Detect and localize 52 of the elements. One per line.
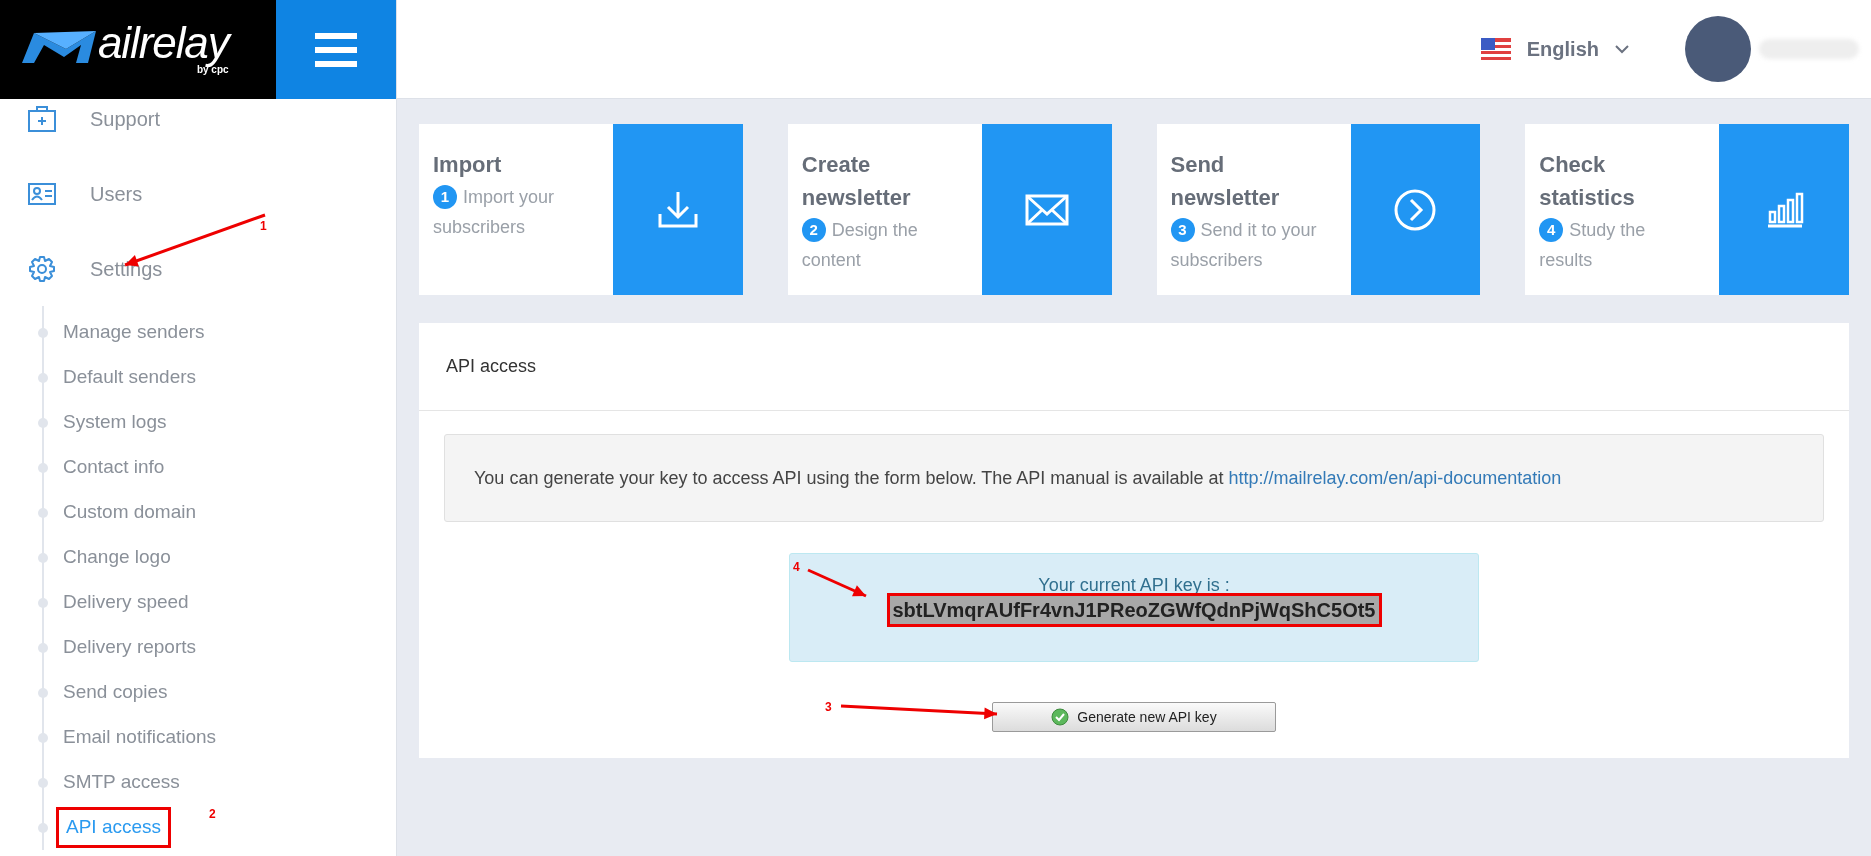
settings-subitem[interactable]: Manage senders — [56, 315, 212, 350]
settings-subitem[interactable]: Send copies — [56, 675, 175, 710]
annotation-arrow — [807, 568, 867, 598]
settings-subitem[interactable]: Delivery reports — [56, 630, 204, 665]
step-number: 3 — [1170, 218, 1195, 242]
sidebar-item[interactable]: Users — [0, 156, 250, 231]
chevron-down-icon — [1615, 44, 1629, 54]
panel-title: API access — [419, 323, 1849, 411]
step-card[interactable]: Import 1 Import your subscribers — [419, 124, 743, 295]
settings-subitem[interactable]: Delivery speed — [56, 585, 196, 620]
api-key-label: Your current API key is : — [1038, 574, 1230, 596]
annotation-number: 2 — [209, 806, 216, 823]
step-description: 3 Send it to your subscribers — [1170, 217, 1318, 272]
api-key-value: sbtLVmqrAUfFr4vnJ1PReoZGWfQdnPjWqShC5Ot5 — [889, 596, 1379, 624]
step-description: 4 Study the results — [1539, 217, 1647, 272]
step-description: 1 Import your subscribers — [433, 184, 556, 239]
step-card[interactable]: Send newsletter 3 Send it to your subscribers — [1156, 124, 1481, 295]
step-title: Send newsletter — [1170, 151, 1281, 212]
language-selector[interactable]: English — [1480, 34, 1629, 64]
annotation-number: 4 — [793, 559, 800, 576]
step-card[interactable]: Check statistics 4 Study the results — [1525, 124, 1849, 295]
settings-subitem[interactable]: Default senders — [56, 360, 204, 395]
documentation-link[interactable]: http://mailrelay.com/en/api-documentation — [1228, 467, 1562, 488]
step-description: 2 Design the content — [801, 217, 919, 272]
settings-subitem[interactable]: Custom domain — [56, 495, 204, 530]
step-card[interactable]: Create newsletter 2 Design the content — [787, 124, 1112, 295]
menu-button[interactable] — [276, 0, 396, 99]
sidebar-item[interactable]: Settings — [0, 231, 250, 306]
step-number: 1 — [433, 185, 457, 209]
settings-subitem[interactable]: Contact info — [56, 450, 172, 485]
settings-subitem[interactable]: System logs — [56, 405, 174, 440]
check-circle-icon — [1051, 708, 1070, 726]
step-number: 4 — [1539, 218, 1564, 242]
settings-subitem[interactable]: API access — [56, 807, 172, 848]
envelope-logo-icon — [20, 28, 98, 65]
annotation-number: 3 — [825, 699, 832, 716]
settings-subitem[interactable]: SMTP access — [56, 765, 187, 800]
generate-key-button[interactable]: Generate new API key — [992, 702, 1276, 732]
step-title: Create newsletter — [801, 151, 912, 212]
language-label: English — [1526, 37, 1599, 62]
step-title: Check statistics — [1539, 151, 1636, 212]
briefcase-plus-icon — [27, 103, 57, 134]
step-title: Import — [433, 151, 503, 179]
menu-icon — [315, 32, 358, 67]
settings-subitem[interactable]: Change logo — [56, 540, 178, 575]
flag-icon — [1480, 38, 1511, 60]
settings-icon — [27, 253, 57, 284]
annotation-number: 1 — [260, 218, 267, 235]
step-number: 2 — [801, 218, 826, 242]
sidebar-item[interactable]: Support — [0, 81, 250, 156]
settings-subitem[interactable]: Email notifications — [56, 720, 224, 755]
info-text: You can generate your key to access API using the form below. The API manual is available at http://mailrelay.com/en/api-documentation — [474, 466, 1562, 490]
